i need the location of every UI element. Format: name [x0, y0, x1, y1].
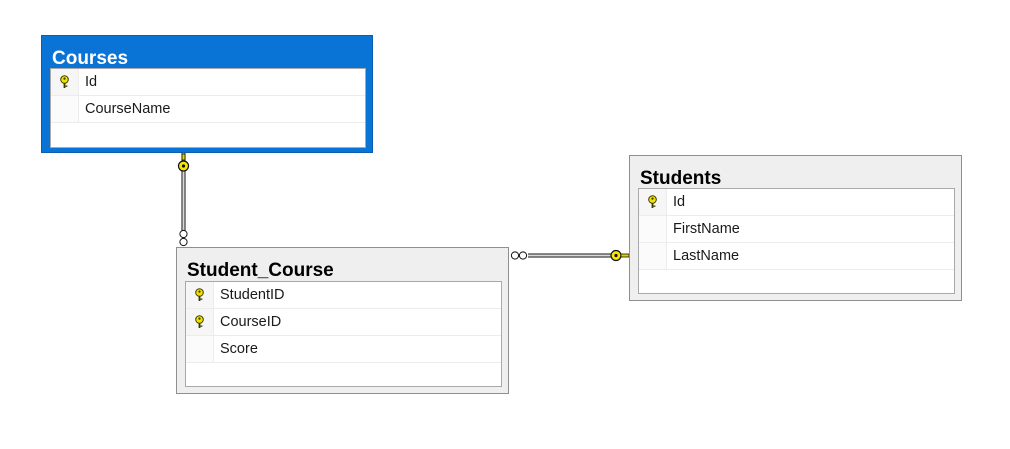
column-name: CourseName	[85, 101, 171, 117]
column-name: StudentID	[220, 287, 285, 303]
table-title: Courses	[52, 48, 129, 69]
columns-grid: Id FirstName LastName	[638, 188, 955, 294]
column-name: Id	[85, 74, 98, 90]
columns-grid: StudentID CourseID Score	[185, 281, 502, 387]
column-row[interactable]: Score	[186, 336, 501, 363]
row-selector-cell	[186, 336, 214, 362]
column-name: FirstName	[673, 221, 740, 237]
primary-key-cell	[186, 309, 214, 335]
column-name: Score	[220, 341, 258, 357]
columns-grid: Id CourseName	[50, 68, 366, 148]
column-row[interactable]: CourseID	[186, 309, 501, 336]
primary-key-cell	[51, 69, 79, 95]
column-row[interactable]: Id	[639, 189, 954, 216]
row-selector-cell	[639, 216, 667, 242]
key-icon	[60, 75, 69, 88]
infinity-icon	[510, 251, 528, 260]
infinity-icon	[179, 229, 188, 247]
primary-key-cell	[186, 282, 214, 308]
key-icon	[610, 249, 630, 262]
column-name: CourseID	[220, 314, 282, 330]
key-icon	[177, 153, 190, 172]
key-icon	[648, 195, 657, 208]
table-title: Students	[640, 168, 722, 189]
column-row[interactable]: LastName	[639, 243, 954, 270]
table-students[interactable]: Students Id FirstName LastName	[629, 155, 962, 301]
row-selector-cell	[51, 96, 79, 122]
primary-key-cell	[639, 189, 667, 215]
column-row[interactable]: FirstName	[639, 216, 954, 243]
table-courses[interactable]: Courses Id CourseName	[41, 35, 373, 153]
key-icon	[195, 288, 204, 301]
column-row[interactable]: CourseName	[51, 96, 365, 123]
column-row[interactable]: Id	[51, 69, 365, 96]
column-name: Id	[673, 194, 686, 210]
relationship-students-student-course[interactable]	[528, 253, 612, 258]
table-student-course[interactable]: Student_Course StudentID CourseID Score	[176, 247, 509, 394]
table-title: Student_Course	[187, 260, 334, 281]
key-icon	[195, 315, 204, 328]
column-name: LastName	[673, 248, 740, 264]
column-row[interactable]: StudentID	[186, 282, 501, 309]
row-selector-cell	[639, 243, 667, 269]
